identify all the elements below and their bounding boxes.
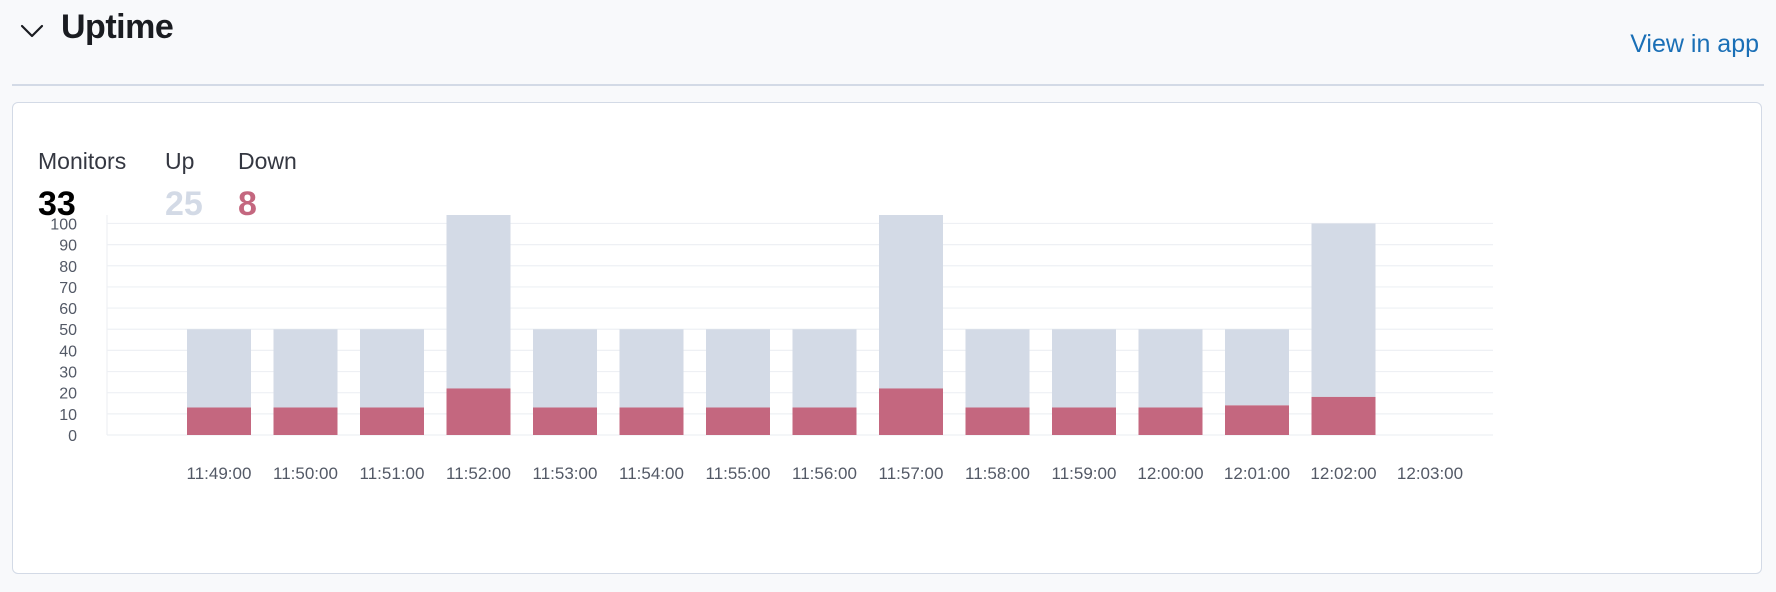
y-tick-label: 50 xyxy=(59,322,77,339)
bar-up xyxy=(273,329,338,408)
bar-up xyxy=(360,329,424,408)
x-tick-label: 11:49:00 xyxy=(187,464,252,483)
bar-down xyxy=(879,388,943,435)
bar-down xyxy=(1138,407,1203,435)
x-tick-label: 11:54:00 xyxy=(619,464,684,483)
bar-down xyxy=(360,407,424,435)
bar-down xyxy=(446,388,511,435)
y-tick-label: 40 xyxy=(59,343,77,360)
bar-up xyxy=(1225,329,1289,406)
x-tick-label: 11:59:00 xyxy=(1052,464,1117,483)
x-tick-label: 11:52:00 xyxy=(446,464,511,483)
bar-down xyxy=(706,407,770,435)
bar-down xyxy=(1311,396,1376,435)
x-tick-label: 12:00:00 xyxy=(1137,464,1203,483)
x-tick-label: 11:56:00 xyxy=(792,464,857,483)
x-tick-label: 11:55:00 xyxy=(706,464,771,483)
chevron-down-icon[interactable] xyxy=(19,18,45,44)
bar-down xyxy=(533,407,597,435)
bar-down xyxy=(187,407,251,435)
x-tick-label: 11:51:00 xyxy=(360,464,425,483)
bar-down xyxy=(965,407,1030,435)
bar-down xyxy=(273,407,338,435)
bar-up xyxy=(1052,329,1116,408)
y-tick-label: 0 xyxy=(68,428,77,445)
x-tick-label: 11:57:00 xyxy=(879,464,944,483)
section-title: Uptime xyxy=(61,8,174,46)
y-tick-label: 30 xyxy=(59,365,77,382)
x-tick-label: 12:01:00 xyxy=(1224,464,1290,483)
bar-down xyxy=(792,407,857,435)
bar-up xyxy=(965,329,1030,408)
bar-up xyxy=(187,329,251,408)
y-tick-label: 10 xyxy=(59,407,77,424)
bar-down xyxy=(619,407,684,435)
bar-up xyxy=(1311,223,1376,397)
y-tick-label: 60 xyxy=(59,301,77,318)
x-tick-label: 12:02:00 xyxy=(1310,464,1376,483)
y-tick-label: 90 xyxy=(59,238,77,255)
y-tick-label: 20 xyxy=(59,386,77,403)
x-tick-label: 11:58:00 xyxy=(965,464,1030,483)
bar-up xyxy=(1138,329,1203,408)
uptime-histogram: 0 10 20 30 40 50 60 70 80 90 100 11:49:00 11:50:00 11… xyxy=(50,215,1493,483)
bar-up xyxy=(619,329,684,408)
x-tick-label: 12:03:00 xyxy=(1397,464,1463,483)
header-divider xyxy=(12,84,1764,86)
x-tick-label: 11:50:00 xyxy=(273,464,338,483)
bar-up xyxy=(879,215,943,389)
view-in-app-link[interactable]: View in app xyxy=(1630,30,1759,59)
section-header: Uptime View in app xyxy=(0,0,1776,85)
x-tick-label: 11:53:00 xyxy=(533,464,598,483)
bar-up xyxy=(446,215,511,389)
bar-down xyxy=(1225,405,1289,435)
y-tick-label: 100 xyxy=(50,216,77,233)
uptime-panel: Monitors 33 Up 25 Down 8 0 10 20 30 40 50 60 70… xyxy=(12,102,1762,574)
y-tick-label: 70 xyxy=(59,280,77,297)
bar-up xyxy=(706,329,770,408)
bar-up xyxy=(792,329,857,408)
y-tick-label: 80 xyxy=(59,259,77,276)
bar-down xyxy=(1052,407,1116,435)
bar-up xyxy=(533,329,597,408)
